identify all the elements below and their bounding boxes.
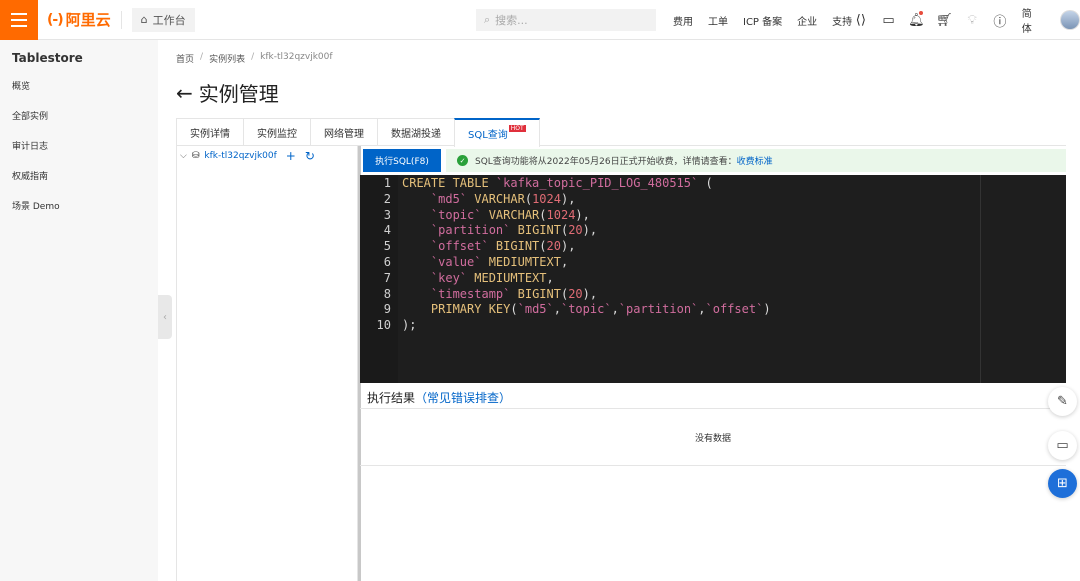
line-number: 10	[376, 318, 391, 333]
feedback-icon[interactable]: ▭	[1048, 431, 1077, 460]
line-number: 4	[383, 223, 391, 238]
nav-link-tickets[interactable]: 工单	[708, 13, 728, 28]
line-number: 8	[383, 286, 391, 301]
page-title-text: 实例管理	[198, 82, 279, 106]
home-icon: ⌂	[140, 13, 148, 26]
tab-sql-query-label: SQL查询	[468, 130, 508, 141]
notice-text: SQL查询功能将从2022年05月26日正式开始收费，详情请查看：收费标准	[475, 154, 773, 167]
workbench-label: 工作台	[152, 13, 186, 27]
line-number: 5	[383, 239, 391, 254]
aliyun-logo[interactable]: (-) 阿里云	[47, 9, 111, 30]
tree-instance-row[interactable]: ⌵ ⛁ kfk-tl32qzvjk00f + ↻	[177, 146, 357, 166]
cart-icon[interactable]: 🛒︎	[936, 12, 953, 28]
sidebar-collapse-handle[interactable]: ‹	[158, 295, 172, 339]
tab-instance-details[interactable]: 实例详情	[176, 118, 244, 145]
sql-editor[interactable]: 1 2 3 4 5 6 7 8 9 10 CREATE TABLE `kafka_topic_PI…	[360, 175, 1066, 383]
table-tree-panel: ⌵ ⛁ kfk-tl32qzvjk00f + ↻	[176, 146, 358, 581]
hot-badge: HOT	[508, 125, 526, 132]
sidebar-item-demo[interactable]: 场景 Demo	[0, 196, 158, 226]
search-placeholder: 搜索...	[495, 14, 528, 27]
workbench-button[interactable]: ⌂ 工作台	[131, 7, 195, 32]
page-title: ← 实例管理	[176, 78, 279, 107]
breadcrumb-separator: /	[200, 52, 204, 62]
line-number: 9	[383, 302, 391, 317]
apps-icon[interactable]: ⊞	[1048, 469, 1077, 498]
line-number: 3	[383, 207, 391, 222]
sidebar-item-guide[interactable]: 权威指南	[0, 166, 158, 196]
tab-data-lake[interactable]: 数据湖投递	[377, 118, 455, 145]
line-number-gutter: 1 2 3 4 5 6 7 8 9 10	[360, 175, 398, 383]
nav-link-enterprise[interactable]: 企业	[797, 13, 817, 28]
avatar[interactable]	[1060, 10, 1080, 30]
tab-sql-query[interactable]: SQL查询 HOT	[454, 118, 540, 147]
sql-code[interactable]: CREATE TABLE `kafka_topic_PID_LOG_480515…	[398, 175, 1066, 383]
top-nav-icons: ⟨⟩ ▭ 🔔︎ 🛒︎ 💡︎ ⓘ 简体	[853, 0, 1080, 40]
language-switch[interactable]: 简体	[1022, 5, 1042, 35]
menu-icon[interactable]	[0, 0, 38, 40]
add-icon[interactable]: +	[286, 149, 296, 163]
search-input[interactable]: ⌕ 搜索...	[476, 9, 656, 31]
divider	[120, 10, 122, 29]
breadcrumb: 首页 / 实例列表 / kfk-tl32qzvjk00f	[176, 52, 333, 65]
sidebar-item-all-instances[interactable]: 全部实例	[0, 106, 158, 136]
nav-link-support[interactable]: 支持	[832, 13, 852, 28]
logo-text: 阿里云	[65, 11, 111, 29]
refresh-icon[interactable]: ↻	[305, 149, 315, 163]
help-icon[interactable]: ⓘ	[992, 12, 1008, 30]
results-panel: 没有数据	[360, 408, 1066, 466]
line-number: 2	[383, 191, 391, 206]
check-circle-icon: ✓	[457, 155, 468, 166]
sidebar-title: Tablestore	[12, 51, 83, 65]
edit-icon[interactable]: ✎	[1048, 387, 1077, 416]
line-number: 6	[383, 254, 391, 269]
breadcrumb-home[interactable]: 首页	[176, 52, 194, 65]
tab-instance-monitoring[interactable]: 实例监控	[243, 118, 311, 145]
tree-instance-name[interactable]: kfk-tl32qzvjk00f	[204, 151, 276, 161]
notice-message: SQL查询功能将从2022年05月26日正式开始收费，详情请查看：	[475, 157, 737, 167]
execute-sql-button[interactable]: 执行SQL(F8)	[363, 149, 441, 172]
code-icon[interactable]: ⟨⟩	[853, 12, 869, 28]
terminal-icon[interactable]: ▭	[881, 12, 897, 28]
back-arrow-icon[interactable]: ←	[176, 81, 193, 105]
nav-link-billing[interactable]: 费用	[673, 13, 693, 28]
results-header: 执行结果（常见错误排查）	[367, 389, 511, 406]
sidebar-item-overview[interactable]: 概览	[0, 76, 158, 106]
line-number: 7	[383, 270, 391, 285]
tab-network[interactable]: 网络管理	[310, 118, 378, 145]
breadcrumb-current: kfk-tl32qzvjk00f	[260, 52, 333, 62]
breadcrumb-instance-list[interactable]: 实例列表	[209, 52, 245, 65]
database-icon: ⛁	[191, 151, 200, 161]
empty-state-text: 没有数据	[694, 433, 731, 444]
sidebar: Tablestore 概览 全部实例 审计日志 权威指南 场景 Demo	[0, 40, 158, 581]
troubleshoot-link[interactable]: （常见错误排查）	[415, 391, 511, 405]
nav-link-icp[interactable]: ICP 备案	[743, 13, 782, 28]
line-number: 1	[383, 176, 391, 190]
bell-icon[interactable]: 🔔︎	[908, 11, 925, 28]
lightbulb-icon[interactable]: 💡︎	[964, 12, 980, 28]
logo-mark: (-)	[47, 11, 64, 28]
breadcrumb-separator: /	[251, 52, 255, 62]
print-margin	[980, 175, 981, 383]
results-title: 执行结果	[367, 391, 416, 405]
top-nav-links: 费用 工单 ICP 备案 企业 支持	[673, 0, 852, 40]
billing-notice: ✓ SQL查询功能将从2022年05月26日正式开始收费，详情请查看：收费标准	[446, 149, 1066, 172]
sidebar-item-audit-log[interactable]: 审计日志	[0, 136, 158, 166]
chevron-down-icon[interactable]: ⌵	[180, 151, 187, 161]
search-icon: ⌕	[484, 13, 491, 26]
tab-bar: 实例详情 实例监控 网络管理 数据湖投递 SQL查询 HOT	[176, 118, 1066, 147]
pricing-link[interactable]: 收费标准	[737, 157, 773, 167]
